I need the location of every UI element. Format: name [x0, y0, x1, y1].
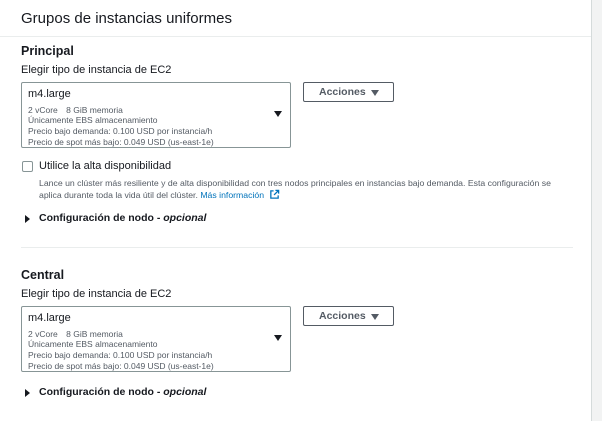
- instance-type-select[interactable]: m4.large 2 vCore 8 GiB memoria Únicament…: [21, 82, 291, 148]
- high-availability-description-2: aplica durante toda la vida útil del clú…: [39, 189, 587, 201]
- actions-button[interactable]: Acciones: [303, 306, 394, 326]
- actions-button[interactable]: Acciones: [303, 82, 394, 102]
- instance-type-select[interactable]: m4.large 2 vCore 8 GiB memoria Únicament…: [21, 306, 291, 372]
- section-title-central: Central: [21, 268, 65, 282]
- instance-vcore: 2 vCore: [28, 329, 58, 339]
- panel: Grupos de instancias uniformes Principal…: [0, 0, 592, 421]
- instance-storage: Únicamente EBS almacenamiento: [28, 339, 158, 349]
- instance-specs: 2 vCore 8 GiB memoria: [28, 329, 123, 339]
- node-config-separator: -: [153, 212, 164, 224]
- instance-name: m4.large: [28, 88, 71, 100]
- instance-type-label: Elegir tipo de instancia de EC2: [21, 288, 172, 300]
- actions-button-label: Acciones: [319, 310, 366, 322]
- caret-right-icon: [25, 389, 30, 397]
- page-title: Grupos de instancias uniformes: [21, 10, 232, 27]
- caret-down-icon: [274, 335, 282, 341]
- node-config-optional: opcional: [163, 386, 207, 398]
- caret-down-icon: [371, 314, 379, 320]
- panel-header: Grupos de instancias uniformes: [0, 0, 591, 37]
- section-divider: [21, 247, 573, 248]
- instance-specs: 2 vCore 8 GiB memoria: [28, 105, 123, 115]
- node-config-label: Configuración de nodo - opcional: [39, 212, 206, 224]
- instance-memory: 8 GiB memoria: [66, 105, 123, 115]
- caret-down-icon: [371, 90, 379, 96]
- node-config-optional: opcional: [163, 212, 207, 224]
- instance-storage: Únicamente EBS almacenamiento: [28, 115, 158, 125]
- instance-type-label: Elegir tipo de instancia de EC2: [21, 64, 172, 76]
- node-config-label: Configuración de nodo - opcional: [39, 386, 206, 398]
- instance-name: m4.large: [28, 312, 71, 324]
- on-demand-price: Precio bajo demanda: 0.100 USD por insta…: [28, 126, 213, 136]
- spot-price: Precio de spot más bajo: 0.049 USD (us-e…: [28, 361, 214, 371]
- high-availability-checkbox[interactable]: [22, 161, 33, 172]
- caret-right-icon: [25, 215, 30, 223]
- scroll-gutter: [592, 0, 602, 421]
- instance-memory: 8 GiB memoria: [66, 329, 123, 339]
- caret-down-icon: [274, 111, 282, 117]
- instance-vcore: 2 vCore: [28, 105, 58, 115]
- section-title-principal: Principal: [21, 44, 74, 58]
- high-availability-description-text: aplica durante toda la vida útil del clú…: [39, 190, 198, 200]
- actions-button-label: Acciones: [319, 86, 366, 98]
- external-link-icon[interactable]: [269, 189, 280, 200]
- node-config-text: Configuración de nodo: [39, 386, 154, 398]
- high-availability-label[interactable]: Utilice la alta disponibilidad: [39, 160, 171, 172]
- spot-price: Precio de spot más bajo: 0.049 USD (us-e…: [28, 137, 214, 147]
- on-demand-price: Precio bajo demanda: 0.100 USD por insta…: [28, 350, 213, 360]
- high-availability-description-1: Lance un clúster más resiliente y de alt…: [39, 178, 551, 188]
- node-config-separator: -: [153, 386, 164, 398]
- learn-more-link[interactable]: Más información: [200, 190, 264, 200]
- node-config-text: Configuración de nodo: [39, 212, 154, 224]
